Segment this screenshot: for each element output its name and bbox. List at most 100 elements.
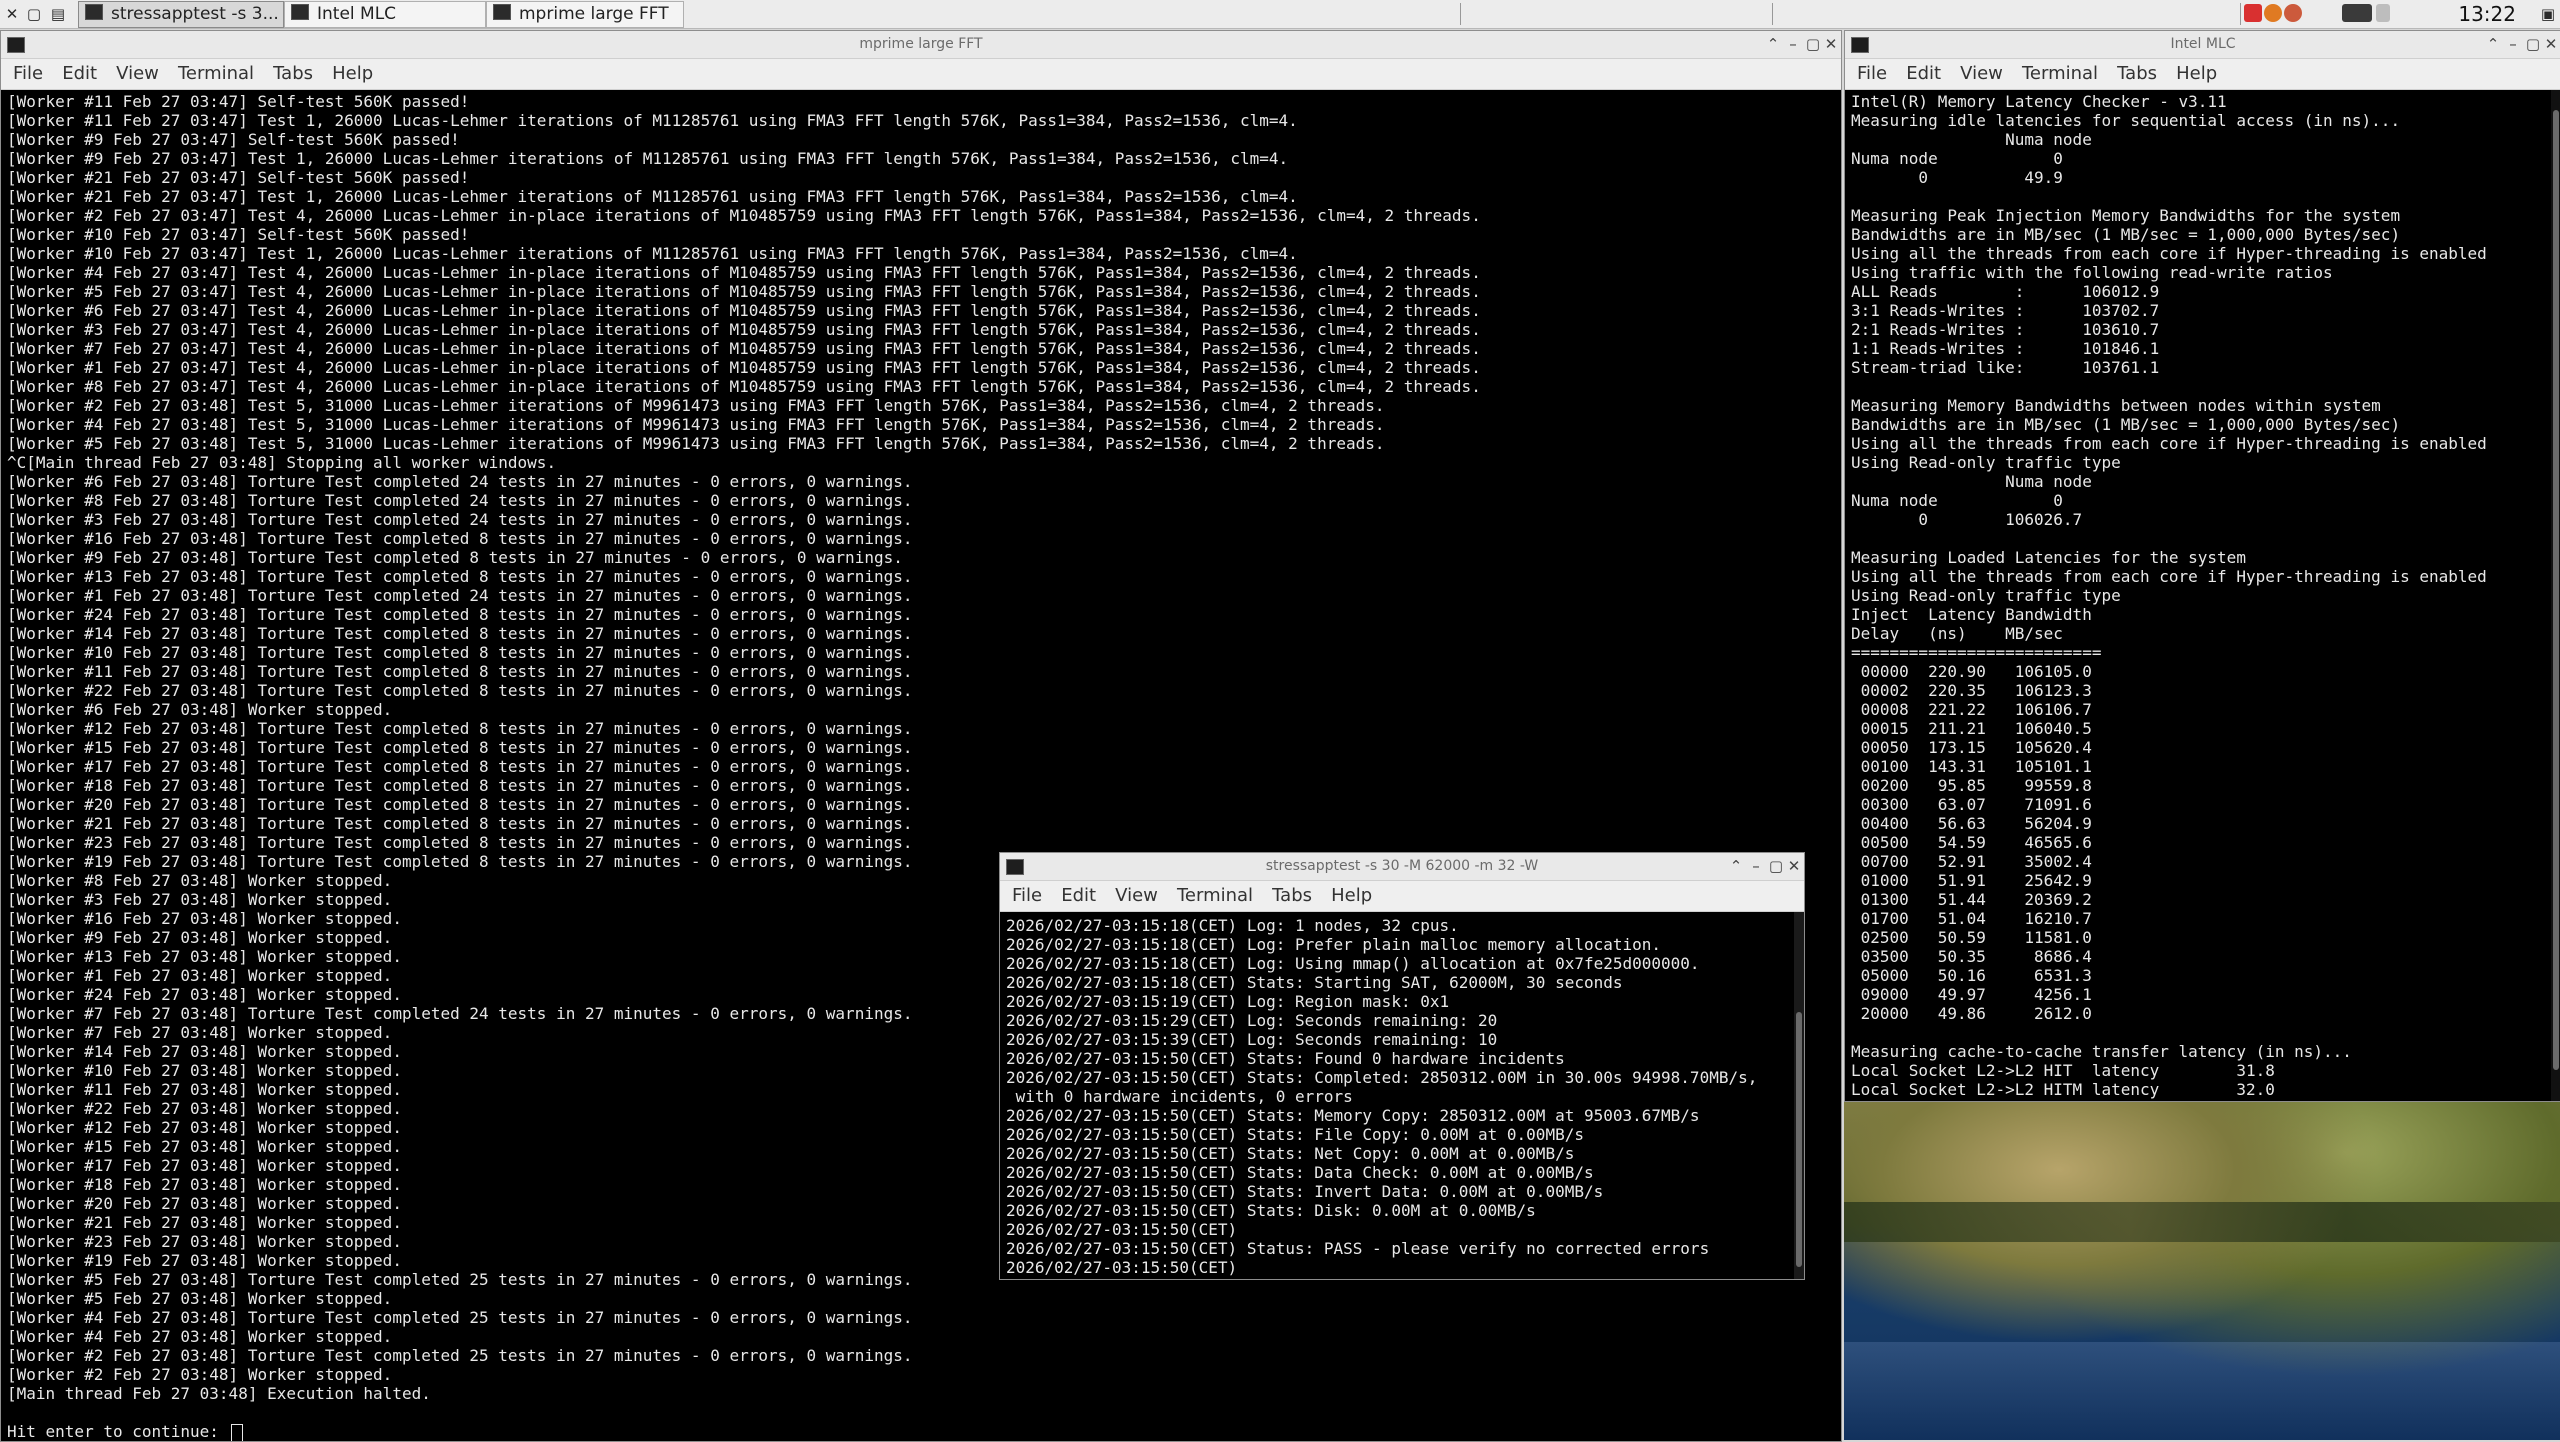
show-desktop-icon[interactable]: ▣ <box>2538 4 2558 24</box>
terminal-line: [Worker #6 Feb 27 03:48] Worker stopped. <box>7 700 393 719</box>
intel-mlc-window: Intel MLC ⌃ – ▢ ✕ File Edit View Termina… <box>1844 30 2560 1102</box>
firefox-icon[interactable] <box>2264 4 2282 22</box>
window-titlebar[interactable]: stressapptest -s 30 -M 62000 -m 32 -W ⌃ … <box>1000 853 1804 881</box>
menu-file[interactable]: File <box>1012 881 1042 911</box>
minimize-icon[interactable]: – <box>1746 853 1766 880</box>
terminal-line: [Worker #17 Feb 27 03:48] Torture Test c… <box>7 757 913 776</box>
file-manager-icon[interactable]: ▤ <box>48 4 68 24</box>
menu-terminal[interactable]: Terminal <box>178 59 254 89</box>
terminal-line: 00000 220.90 106105.0 <box>1851 662 2092 681</box>
terminal-line: Measuring cache-to-cache transfer latenc… <box>1851 1042 2352 1061</box>
terminal-line: [Worker #10 Feb 27 03:48] Torture Test c… <box>7 643 913 662</box>
terminal-launcher-icon[interactable]: ▢ <box>24 4 44 24</box>
terminal-line: Using all the threads from each core if … <box>1851 434 2487 453</box>
menu-tabs[interactable]: Tabs <box>1272 881 1312 911</box>
minimize-icon[interactable]: – <box>1783 31 1803 58</box>
vivaldi-icon[interactable] <box>2244 4 2262 22</box>
terminal-line: 2026/02/27-03:15:50(CET) Stats: Complete… <box>1006 1068 1758 1087</box>
menu-file[interactable]: File <box>13 59 43 89</box>
collapse-icon[interactable]: ⌃ <box>2483 31 2503 58</box>
task-button-mprime[interactable]: mprime large FFT <box>486 1 684 28</box>
terminal-line: Numa node 0 <box>1851 491 2063 510</box>
menu-edit[interactable]: Edit <box>62 59 97 89</box>
menu-terminal[interactable]: Terminal <box>2022 59 2098 89</box>
task-button-intel-mlc[interactable]: Intel MLC <box>284 1 486 28</box>
terminal-line: 00002 220.35 106123.3 <box>1851 681 2092 700</box>
menu-help[interactable]: Help <box>1331 881 1372 911</box>
menu-edit[interactable]: Edit <box>1061 881 1096 911</box>
app-menu-icon[interactable]: ✕ <box>2 4 22 24</box>
terminal-line: [Worker #4 Feb 27 03:48] Worker stopped. <box>7 1327 393 1346</box>
terminal-line: 00015 211.21 106040.5 <box>1851 719 2092 738</box>
terminal-line: Measuring Peak Injection Memory Bandwidt… <box>1851 206 2401 225</box>
terminal-icon <box>291 4 309 20</box>
terminal-line: Using traffic with the following read-wr… <box>1851 263 2333 282</box>
maximize-icon[interactable]: ▢ <box>1803 31 1823 58</box>
terminal-line: 05000 50.16 6531.3 <box>1851 966 2092 985</box>
menu-view[interactable]: View <box>116 59 159 89</box>
terminal-line: [Worker #21 Feb 27 03:47] Test 1, 26000 … <box>7 187 1298 206</box>
scrollbar[interactable] <box>2551 90 2560 1101</box>
task-label: stressapptest -s 3... <box>111 4 279 24</box>
terminal-line: ^C[Main thread Feb 27 03:48] Stopping al… <box>7 453 557 472</box>
terminal-line: [Worker #10 Feb 27 03:47] Self-test 560K… <box>7 225 470 244</box>
browser-icon[interactable] <box>2284 4 2302 22</box>
terminal-line: 00500 54.59 46565.6 <box>1851 833 2092 852</box>
menu-help[interactable]: Help <box>2176 59 2217 89</box>
scrollbar-thumb[interactable] <box>2553 110 2559 1070</box>
terminal-line: 00700 52.91 35002.4 <box>1851 852 2092 871</box>
terminal-line: ALL Reads : 106012.9 <box>1851 282 2160 301</box>
terminal-icon <box>1851 37 1869 53</box>
text-cursor[interactable] <box>230 1423 243 1441</box>
workspace-switcher-icon[interactable] <box>2342 4 2372 22</box>
maximize-icon[interactable]: ▢ <box>1766 853 1786 880</box>
menu-view[interactable]: View <box>1115 881 1158 911</box>
menu-edit[interactable]: Edit <box>1906 59 1941 89</box>
task-label: Intel MLC <box>317 4 397 24</box>
menu-help[interactable]: Help <box>332 59 373 89</box>
window-title: Intel MLC <box>2170 36 2236 52</box>
terminal-line: 2026/02/27-03:15:50(CET) <box>1006 1220 1238 1239</box>
terminal-line: 00100 143.31 105101.1 <box>1851 757 2092 776</box>
window-titlebar[interactable]: mprime large FFT ⌃ – ▢ ✕ <box>1 31 1841 59</box>
terminal-line: Intel(R) Memory Latency Checker - v3.11 <box>1851 92 2227 111</box>
minimize-icon[interactable]: – <box>2503 31 2523 58</box>
terminal-line: ========================== <box>1851 643 2102 662</box>
terminal-line: [Worker #2 Feb 27 03:48] Worker stopped. <box>7 1365 393 1384</box>
menu-terminal[interactable]: Terminal <box>1177 881 1253 911</box>
close-icon[interactable]: ✕ <box>1821 31 1841 58</box>
menu-tabs[interactable]: Tabs <box>2117 59 2157 89</box>
terminal-line: [Worker #9 Feb 27 03:47] Test 1, 26000 L… <box>7 149 1289 168</box>
terminal-line: 0 49.9 <box>1851 168 2063 187</box>
taskbar: ✕ ▢ ▤ stressapptest -s 3... Intel MLC mp… <box>0 0 2560 29</box>
menu-tabs[interactable]: Tabs <box>273 59 313 89</box>
menu-view[interactable]: View <box>1960 59 2003 89</box>
terminal-line: [Worker #8 Feb 27 03:47] Test 4, 26000 L… <box>7 377 1481 396</box>
collapse-icon[interactable]: ⌃ <box>1726 853 1746 880</box>
collapse-icon[interactable]: ⌃ <box>1763 31 1783 58</box>
close-icon[interactable]: ✕ <box>1784 853 1804 880</box>
terminal-output[interactable]: 2026/02/27-03:15:18(CET) Log: 1 nodes, 3… <box>1000 912 1792 1279</box>
task-button-stressapptest[interactable]: stressapptest -s 3... <box>78 1 284 28</box>
menu-file[interactable]: File <box>1857 59 1887 89</box>
terminal-line: 2026/02/27-03:15:50(CET) Stats: Found 0 … <box>1006 1049 1565 1068</box>
maximize-icon[interactable]: ▢ <box>2523 31 2543 58</box>
terminal-line: [Worker #4 Feb 27 03:48] Torture Test co… <box>7 1308 913 1327</box>
terminal-output[interactable]: Intel(R) Memory Latency Checker - v3.11 M… <box>1845 90 2549 1101</box>
scrollbar-thumb[interactable] <box>1796 1012 1802 1267</box>
terminal-line: Local Socket L2->L2 HIT latency 31.8 <box>1851 1061 2275 1080</box>
terminal-line: Bandwidths are in MB/sec (1 MB/sec = 1,0… <box>1851 415 2401 434</box>
terminal-line: Bandwidths are in MB/sec (1 MB/sec = 1,0… <box>1851 225 2401 244</box>
terminal-icon <box>1006 859 1024 875</box>
workspace-2-icon[interactable] <box>2376 4 2390 22</box>
terminal-line: [Main thread Feb 27 03:48] Execution hal… <box>7 1384 431 1403</box>
window-titlebar[interactable]: Intel MLC ⌃ – ▢ ✕ <box>1845 31 2560 59</box>
terminal-line: Using Read-only traffic type <box>1851 586 2121 605</box>
terminal-line: 2026/02/27-03:15:18(CET) Log: 1 nodes, 3… <box>1006 916 1459 935</box>
close-icon[interactable]: ✕ <box>2541 31 2560 58</box>
terminal-line: [Worker #2 Feb 27 03:48] Torture Test co… <box>7 1346 913 1365</box>
terminal-line: Numa node <box>1851 472 2092 491</box>
window-title: mprime large FFT <box>859 36 983 52</box>
scrollbar[interactable] <box>1794 912 1804 1279</box>
